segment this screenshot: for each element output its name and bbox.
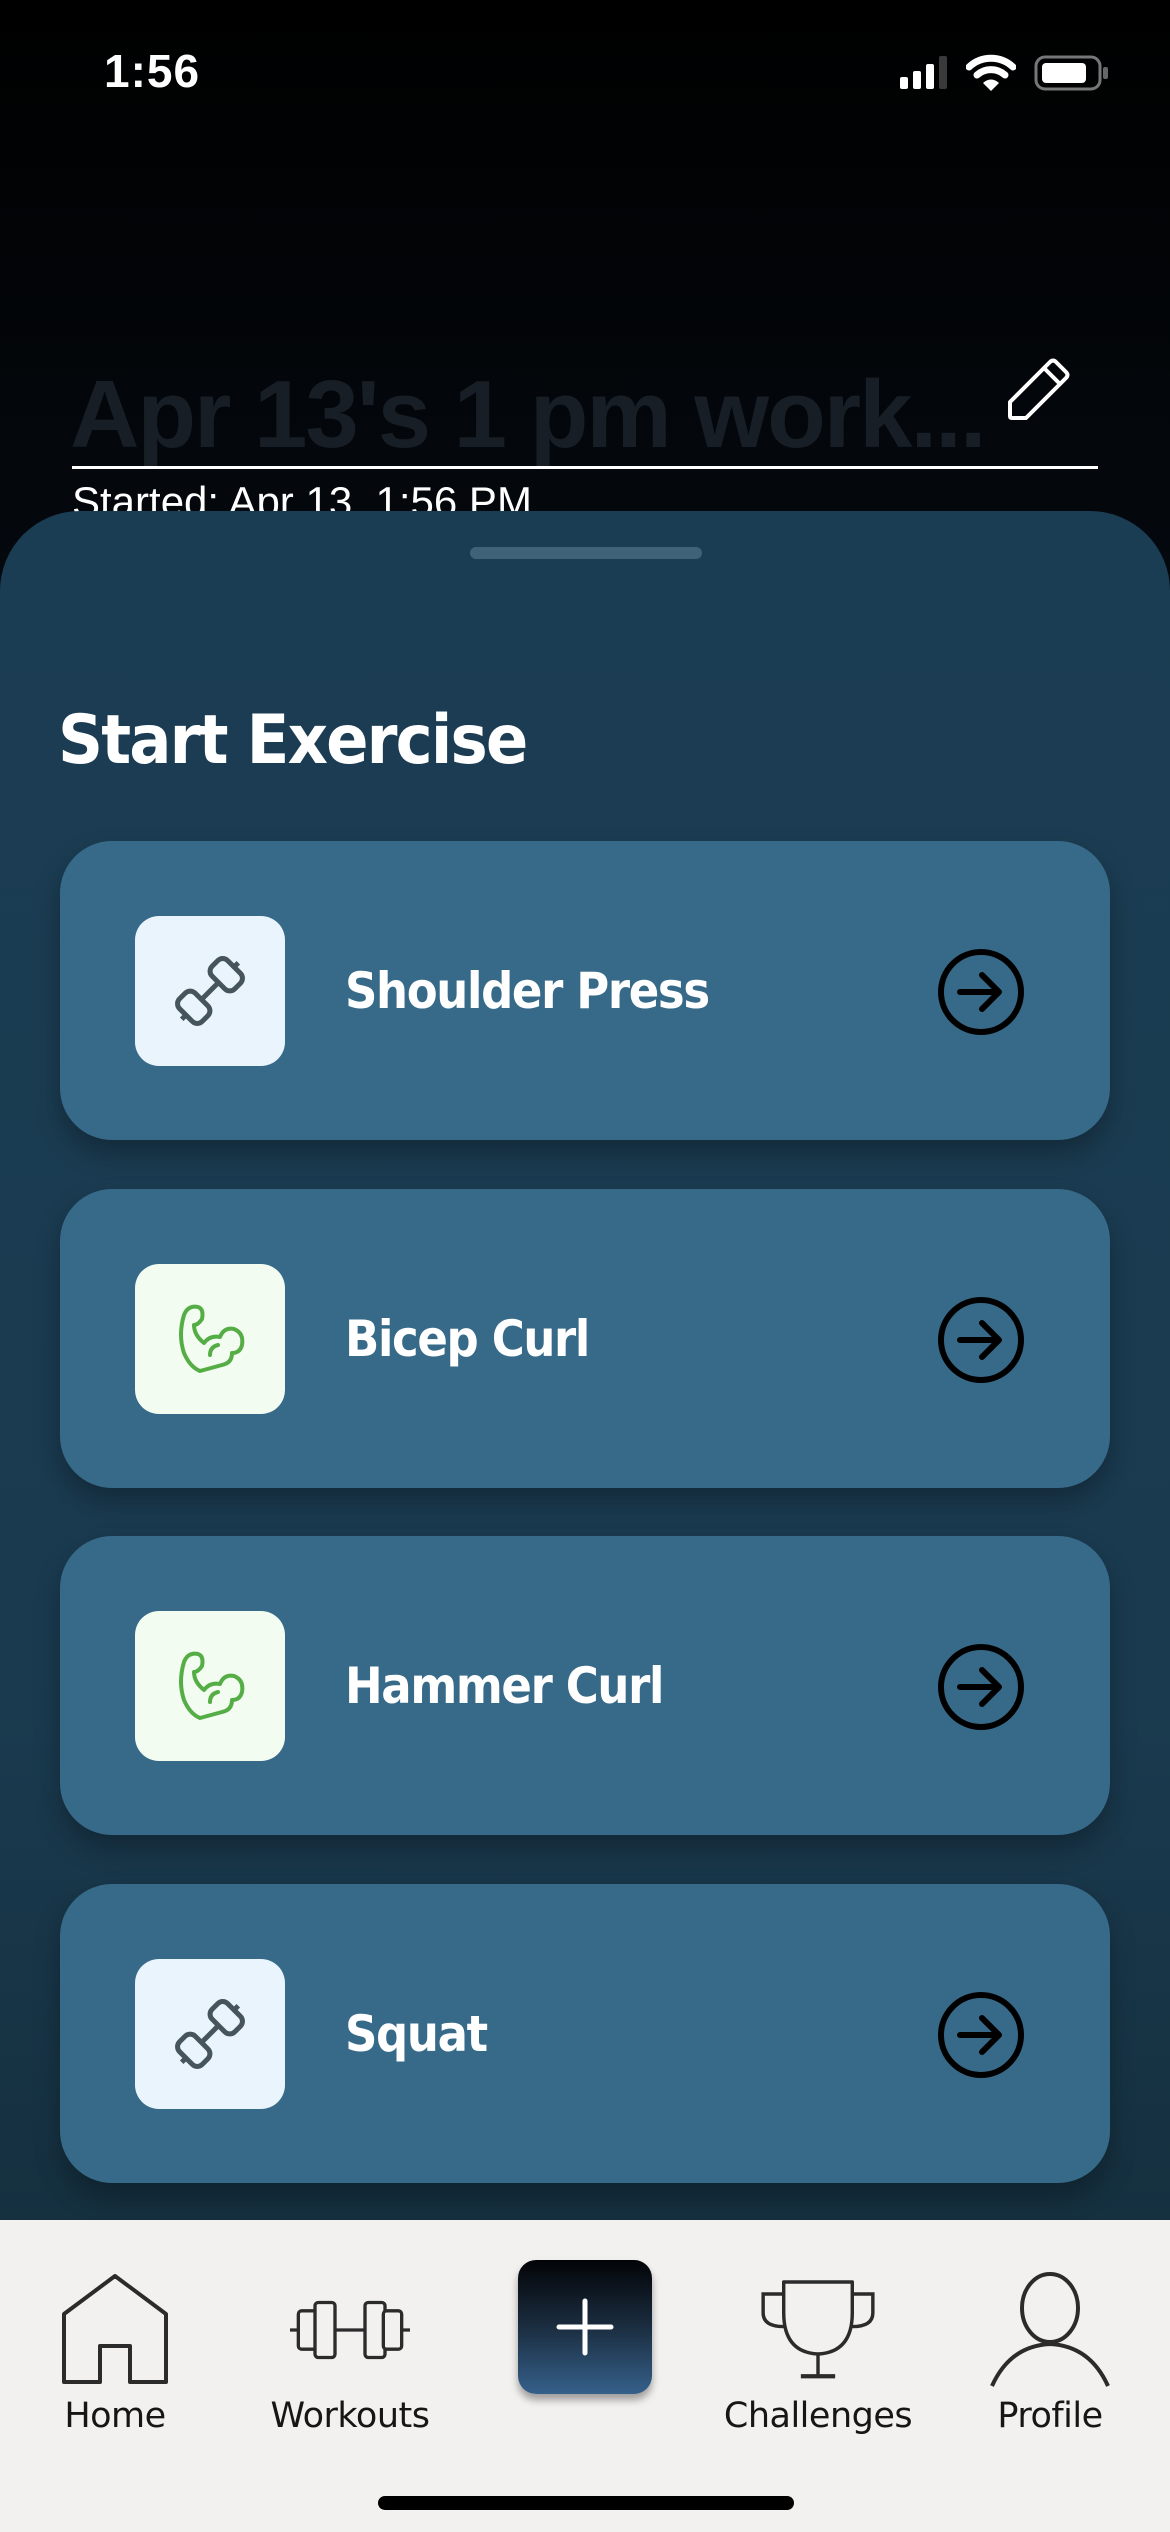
arrow-right-circle-icon xyxy=(938,1644,1024,1730)
person-icon xyxy=(990,2272,1110,2387)
exercise-card-shoulder-press[interactable]: Shoulder Press xyxy=(60,841,1110,1140)
dumbbell-icon xyxy=(175,1999,245,2069)
barbell-icon xyxy=(290,2300,410,2360)
exercise-icon-box xyxy=(135,916,285,1066)
arrow-right-circle-icon xyxy=(938,949,1024,1035)
title-underline xyxy=(72,466,1098,469)
tab-bar: Home Workouts Challenges Profile xyxy=(0,2220,1170,2532)
workout-title[interactable]: Apr 13's 1 pm work... xyxy=(70,360,986,470)
home-indicator xyxy=(378,2496,794,2510)
tab-challenges[interactable]: Challenges xyxy=(718,2270,918,2450)
arrow-right-circle-icon xyxy=(938,1297,1024,1383)
cellular-signal-icon xyxy=(900,56,947,89)
start-exercise-sheet: Start Exercise Shoulder Press Bicep Curl… xyxy=(0,511,1170,2222)
plus-icon xyxy=(556,2298,614,2356)
add-button[interactable] xyxy=(518,2260,652,2394)
flexed-bicep-icon xyxy=(179,1304,245,1373)
exercise-card-hammer-curl[interactable]: Hammer Curl xyxy=(60,1536,1110,1835)
exercise-name: Bicep Curl xyxy=(345,1309,590,1368)
dumbbell-icon xyxy=(175,956,245,1026)
battery-icon xyxy=(1034,55,1108,91)
flexed-bicep-icon xyxy=(179,1651,245,1720)
tab-label: Profile xyxy=(997,2396,1103,2436)
start-exercise-button[interactable] xyxy=(936,947,1026,1037)
drag-pill xyxy=(542,377,630,389)
sheet-handle[interactable] xyxy=(470,547,702,559)
start-exercise-button[interactable] xyxy=(936,1990,1026,2080)
start-exercise-button[interactable] xyxy=(936,1642,1026,1732)
pencil-icon xyxy=(1008,358,1070,420)
sheet-title: Start Exercise xyxy=(58,701,528,780)
status-icons xyxy=(900,54,1110,92)
exercise-name: Squat xyxy=(345,2004,488,2063)
exercise-name: Hammer Curl xyxy=(345,1656,664,1715)
tab-label: Workouts xyxy=(270,2396,430,2436)
exercise-name: Shoulder Press xyxy=(345,961,710,1020)
exercise-icon-box xyxy=(135,1611,285,1761)
exercise-card-squat[interactable]: Squat xyxy=(60,1884,1110,2183)
wifi-icon xyxy=(966,54,1016,91)
start-exercise-button[interactable] xyxy=(936,1295,1026,1385)
exercise-card-bicep-curl[interactable]: Bicep Curl xyxy=(60,1189,1110,1488)
edit-title-button[interactable] xyxy=(998,350,1078,430)
tab-home[interactable]: Home xyxy=(15,2270,215,2450)
exercise-icon-box xyxy=(135,1264,285,1414)
home-icon xyxy=(62,2274,168,2384)
tab-profile[interactable]: Profile xyxy=(950,2270,1150,2450)
trophy-icon xyxy=(761,2280,875,2379)
tab-workouts[interactable]: Workouts xyxy=(250,2270,450,2450)
arrow-right-circle-icon xyxy=(938,1992,1024,2078)
tab-label: Challenges xyxy=(723,2396,913,2436)
status-time: 1:56 xyxy=(104,45,201,97)
tab-label: Home xyxy=(64,2396,166,2436)
exercise-icon-box xyxy=(135,1959,285,2109)
